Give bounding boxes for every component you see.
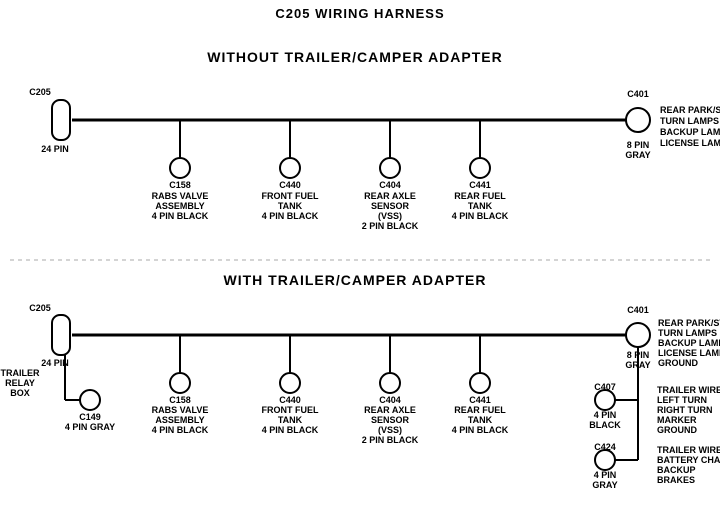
svg-text:C440: C440	[279, 395, 301, 405]
svg-text:4 PIN BLACK: 4 PIN BLACK	[262, 211, 319, 221]
svg-text:TRAILER WIRES: TRAILER WIRES	[657, 385, 720, 395]
svg-text:(VSS): (VSS)	[378, 211, 402, 221]
svg-text:RABS VALVE: RABS VALVE	[152, 405, 209, 415]
svg-text:LICENSE LAMPS: LICENSE LAMPS	[658, 348, 720, 358]
svg-text:TURN LAMPS: TURN LAMPS	[660, 116, 719, 126]
svg-text:(VSS): (VSS)	[378, 425, 402, 435]
svg-text:4 PIN BLACK: 4 PIN BLACK	[262, 425, 319, 435]
svg-text:C205: C205	[29, 303, 51, 313]
svg-text:24 PIN: 24 PIN	[41, 144, 69, 154]
svg-text:GROUND: GROUND	[657, 425, 697, 435]
svg-text:4 PIN BLACK: 4 PIN BLACK	[452, 211, 509, 221]
svg-text:SENSOR: SENSOR	[371, 415, 410, 425]
svg-text:TRAILER: TRAILER	[1, 368, 40, 378]
svg-text:C401: C401	[627, 305, 649, 315]
svg-text:C407: C407	[594, 382, 616, 392]
svg-text:C441: C441	[469, 395, 491, 405]
svg-text:4 PIN GRAY: 4 PIN GRAY	[65, 422, 115, 432]
svg-text:C205: C205	[29, 87, 51, 97]
page: C205 WIRING HARNESS WITHOUT TRAILER/CAMP…	[0, 0, 720, 517]
svg-text:4 PIN: 4 PIN	[594, 410, 617, 420]
svg-text:SENSOR: SENSOR	[371, 201, 410, 211]
svg-text:ASSEMBLY: ASSEMBLY	[155, 415, 204, 425]
svg-text:REAR AXLE: REAR AXLE	[364, 191, 416, 201]
svg-text:RELAY: RELAY	[5, 378, 35, 388]
svg-text:REAR FUEL: REAR FUEL	[454, 191, 506, 201]
svg-text:TANK: TANK	[468, 201, 493, 211]
svg-text:REAR PARK/STOP: REAR PARK/STOP	[660, 105, 720, 115]
svg-text:WITH TRAILER/CAMPER ADAPTER: WITH TRAILER/CAMPER ADAPTER	[224, 272, 487, 288]
svg-text:GROUND: GROUND	[658, 358, 698, 368]
svg-text:C158: C158	[169, 395, 191, 405]
svg-text:RIGHT TURN: RIGHT TURN	[657, 405, 713, 415]
svg-text:C149: C149	[79, 412, 101, 422]
svg-text:2 PIN BLACK: 2 PIN BLACK	[362, 435, 419, 445]
svg-text:TRAILER WIRES: TRAILER WIRES	[657, 445, 720, 455]
svg-text:C404: C404	[379, 395, 401, 405]
svg-text:BACKUP: BACKUP	[657, 465, 696, 475]
svg-text:RABS VALVE: RABS VALVE	[152, 191, 209, 201]
svg-text:C404: C404	[379, 180, 401, 190]
svg-text:BATTERY CHARGE: BATTERY CHARGE	[657, 455, 720, 465]
svg-text:LEFT TURN: LEFT TURN	[657, 395, 707, 405]
svg-text:2 PIN BLACK: 2 PIN BLACK	[362, 221, 419, 231]
svg-text:BLACK: BLACK	[589, 420, 621, 430]
svg-text:TANK: TANK	[278, 415, 303, 425]
svg-text:C401: C401	[627, 89, 649, 99]
svg-text:FRONT FUEL: FRONT FUEL	[262, 405, 319, 415]
svg-text:4 PIN BLACK: 4 PIN BLACK	[452, 425, 509, 435]
svg-text:LICENSE LAMPS: LICENSE LAMPS	[660, 138, 720, 148]
svg-text:REAR PARK/STOP: REAR PARK/STOP	[658, 318, 720, 328]
svg-text:BACKUP LAMPS: BACKUP LAMPS	[658, 338, 720, 348]
svg-text:BACKUP LAMPS: BACKUP LAMPS	[660, 127, 720, 137]
svg-text:C424: C424	[594, 442, 616, 452]
svg-text:FRONT FUEL: FRONT FUEL	[262, 191, 319, 201]
svg-text:WITHOUT TRAILER/CAMPER ADAPT: WITHOUT TRAILER/CAMPER ADAPTER	[207, 49, 502, 65]
svg-text:4 PIN: 4 PIN	[594, 470, 617, 480]
svg-text:8 PIN: 8 PIN	[627, 140, 650, 150]
svg-text:BOX: BOX	[10, 388, 30, 398]
svg-text:ASSEMBLY: ASSEMBLY	[155, 201, 204, 211]
svg-text:TANK: TANK	[468, 415, 493, 425]
svg-text:C440: C440	[279, 180, 301, 190]
svg-text:C158: C158	[169, 180, 191, 190]
svg-text:REAR FUEL: REAR FUEL	[454, 405, 506, 415]
wiring-diagram: WITHOUT TRAILER/CAMPER ADAPTER C205 24 P…	[0, 0, 720, 517]
svg-text:TANK: TANK	[278, 201, 303, 211]
svg-text:MARKER: MARKER	[657, 415, 697, 425]
svg-text:TURN LAMPS: TURN LAMPS	[658, 328, 717, 338]
svg-text:GRAY: GRAY	[625, 150, 650, 160]
svg-text:BRAKES: BRAKES	[657, 475, 695, 485]
svg-text:GRAY: GRAY	[592, 480, 617, 490]
svg-text:4 PIN BLACK: 4 PIN BLACK	[152, 425, 209, 435]
svg-text:4 PIN BLACK: 4 PIN BLACK	[152, 211, 209, 221]
svg-text:C441: C441	[469, 180, 491, 190]
svg-text:REAR AXLE: REAR AXLE	[364, 405, 416, 415]
